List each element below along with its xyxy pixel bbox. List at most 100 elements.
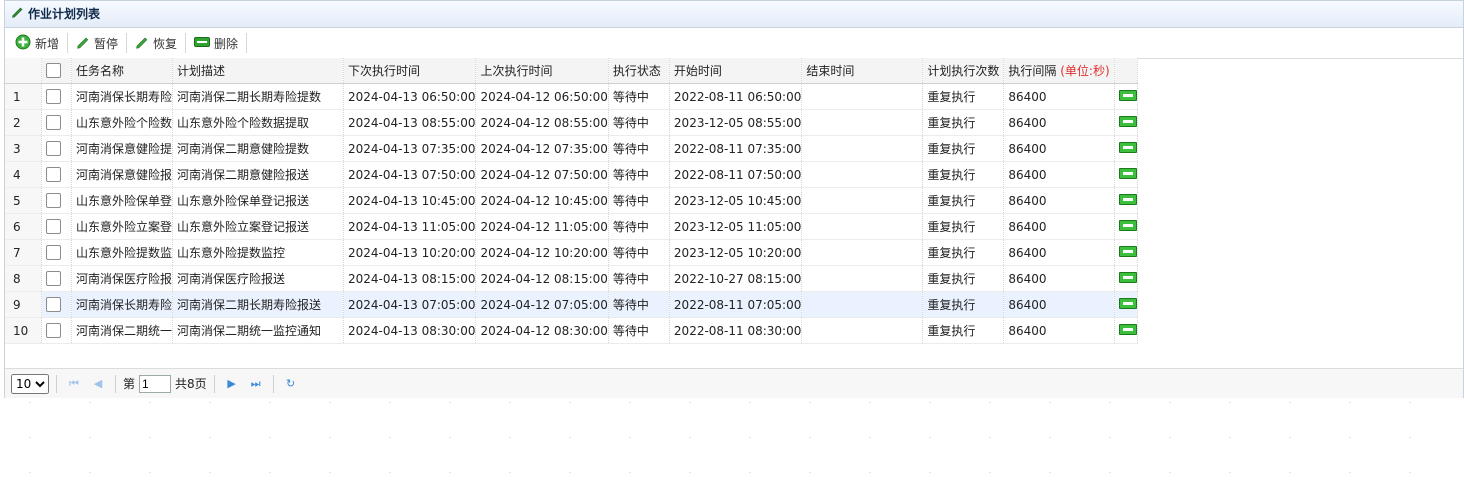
- first-page-button[interactable]: ⏮: [64, 374, 84, 394]
- panel-title: 作业计划列表: [28, 7, 101, 21]
- row-number: 6: [5, 213, 42, 240]
- pencil-icon: [11, 1, 24, 27]
- pager-divider: [272, 374, 274, 393]
- column-header-interval[interactable]: 执行间隔 (单位:秒): [1003, 58, 1116, 84]
- next-run-cell: 2024-04-13 10:45:00: [343, 187, 477, 214]
- description-cell: 山东意外险提数监控: [172, 239, 345, 266]
- row-checkbox[interactable]: [46, 115, 61, 130]
- last-run-cell: 2024-04-12 08:30:00: [475, 317, 609, 344]
- row-checkbox-cell[interactable]: [41, 83, 72, 110]
- row-checkbox[interactable]: [46, 167, 61, 182]
- table-row[interactable]: 5 山东意外险保单登 山东意外险保单登记报送 2024-04-13 10:45:00 2…: [5, 187, 1139, 214]
- row-checkbox[interactable]: [46, 89, 61, 104]
- row-checkbox-cell[interactable]: [41, 291, 72, 318]
- table-row[interactable]: 10 河南消保二期统一 河南消保二期统一监控通知 2024-04-13 08:30:0…: [5, 317, 1139, 344]
- run-count-cell: 重复执行: [922, 109, 1005, 136]
- row-action-cell[interactable]: [1114, 109, 1139, 136]
- row-checkbox-cell[interactable]: [41, 161, 72, 188]
- row-checkbox[interactable]: [46, 193, 61, 208]
- interval-cell: 86400: [1003, 187, 1116, 214]
- pencil-icon: [135, 35, 149, 52]
- edit-bar-icon[interactable]: [1119, 297, 1137, 309]
- edit-bar-icon[interactable]: [1119, 323, 1137, 335]
- edit-bar-icon[interactable]: [1119, 271, 1137, 283]
- table-row[interactable]: 8 河南消保医疗险报 河南消保医疗险报送 2024-04-13 08:15:00 202…: [5, 265, 1139, 292]
- last-run-cell: 2024-04-12 07:05:00: [475, 291, 609, 318]
- column-header-last-run[interactable]: 上次执行时间: [475, 58, 609, 84]
- status-cell: 等待中: [608, 213, 670, 240]
- table-row[interactable]: 3 河南消保意健险提 河南消保二期意健险提数 2024-04-13 07:35:00 2…: [5, 135, 1139, 162]
- pager-divider: [213, 374, 215, 393]
- prev-page-button[interactable]: ◀: [88, 374, 108, 394]
- row-action-cell[interactable]: [1114, 239, 1139, 266]
- row-checkbox[interactable]: [46, 219, 61, 234]
- row-action-cell[interactable]: [1114, 265, 1139, 292]
- description-cell: 河南消保二期意健险提数: [172, 135, 345, 162]
- panel-header: 作业计划列表: [5, 1, 1463, 28]
- page-label: 第: [123, 377, 136, 391]
- add-button[interactable]: 新增: [9, 31, 65, 55]
- row-checkbox[interactable]: [46, 271, 61, 286]
- column-header-description[interactable]: 计划描述: [172, 58, 345, 84]
- start-time-cell: 2023-12-05 08:55:00: [669, 109, 803, 136]
- column-header-status[interactable]: 执行状态: [608, 58, 670, 84]
- row-checkbox-cell[interactable]: [41, 213, 72, 240]
- row-checkbox[interactable]: [46, 297, 61, 312]
- row-checkbox-cell[interactable]: [41, 317, 72, 344]
- edit-bar-icon[interactable]: [1119, 89, 1137, 101]
- column-header-end-time[interactable]: 结束时间: [801, 58, 924, 84]
- row-checkbox-cell[interactable]: [41, 135, 72, 162]
- row-checkbox[interactable]: [46, 141, 61, 156]
- table-row[interactable]: 6 山东意外险立案登 山东意外险立案登记报送 2024-04-13 11:05:00 2…: [5, 213, 1139, 240]
- page-number-input[interactable]: [139, 374, 172, 393]
- page-size-select[interactable]: 10: [11, 373, 49, 394]
- refresh-button[interactable]: ↻: [281, 374, 301, 394]
- row-action-cell[interactable]: [1114, 317, 1139, 344]
- select-all-checkbox-cell[interactable]: [41, 58, 72, 84]
- start-time-cell: 2022-08-11 07:35:00: [669, 135, 803, 162]
- description-cell: 山东意外险保单登记报送: [172, 187, 345, 214]
- row-checkbox[interactable]: [46, 245, 61, 260]
- column-header-run-count[interactable]: 计划执行次数: [922, 58, 1005, 84]
- row-checkbox-cell[interactable]: [41, 187, 72, 214]
- interval-cell: 86400: [1003, 83, 1116, 110]
- interval-cell: 86400: [1003, 265, 1116, 292]
- next-run-cell: 2024-04-13 07:50:00: [343, 161, 477, 188]
- row-checkbox-cell[interactable]: [41, 265, 72, 292]
- row-checkbox-cell[interactable]: [41, 239, 72, 266]
- last-page-button[interactable]: ⏭: [246, 374, 266, 394]
- row-action-cell[interactable]: [1114, 161, 1139, 188]
- row-checkbox[interactable]: [46, 323, 61, 338]
- column-header-start-time[interactable]: 开始时间: [669, 58, 803, 84]
- table-row[interactable]: 2 山东意外险个险数 山东意外险个险数据提取 2024-04-13 08:55:00 2…: [5, 109, 1139, 136]
- row-action-cell[interactable]: [1114, 83, 1139, 110]
- row-action-cell[interactable]: [1114, 213, 1139, 240]
- table-row[interactable]: 9 河南消保长期寿险 河南消保二期长期寿险报送 2024-04-13 07:05:00…: [5, 291, 1139, 318]
- edit-bar-icon[interactable]: [1119, 167, 1137, 179]
- row-number: 9: [5, 291, 42, 318]
- edit-bar-icon[interactable]: [1119, 115, 1137, 127]
- pause-button[interactable]: 暂停: [70, 31, 124, 55]
- row-action-cell[interactable]: [1114, 291, 1139, 318]
- select-all-checkbox[interactable]: [46, 63, 61, 78]
- edit-bar-icon[interactable]: [1119, 141, 1137, 153]
- status-cell: 等待中: [608, 161, 670, 188]
- table-body: 1 河南消保长期寿险 河南消保二期长期寿险提数 2024-04-13 06:50:00…: [5, 83, 1139, 344]
- row-checkbox-cell[interactable]: [41, 109, 72, 136]
- column-header-next-run[interactable]: 下次执行时间: [343, 58, 477, 84]
- edit-bar-icon[interactable]: [1119, 245, 1137, 257]
- delete-button[interactable]: 删除: [188, 31, 244, 55]
- start-time-cell: 2022-08-11 07:50:00: [669, 161, 803, 188]
- next-page-button[interactable]: ▶: [222, 374, 242, 394]
- prev-page-icon: ◀: [93, 377, 103, 390]
- table-row[interactable]: 1 河南消保长期寿险 河南消保二期长期寿险提数 2024-04-13 06:50:00…: [5, 83, 1139, 110]
- edit-bar-icon[interactable]: [1119, 193, 1137, 205]
- resume-button[interactable]: 恢复: [129, 31, 183, 55]
- row-action-cell[interactable]: [1114, 187, 1139, 214]
- edit-bar-icon[interactable]: [1119, 219, 1137, 231]
- last-run-cell: 2024-04-12 07:50:00: [475, 161, 609, 188]
- table-row[interactable]: 4 河南消保意健险报 河南消保二期意健险报送 2024-04-13 07:50:00 2…: [5, 161, 1139, 188]
- table-row[interactable]: 7 山东意外险提数监 山东意外险提数监控 2024-04-13 10:20:00 202…: [5, 239, 1139, 266]
- row-action-cell[interactable]: [1114, 135, 1139, 162]
- column-header-task-name[interactable]: 任务名称: [71, 58, 174, 84]
